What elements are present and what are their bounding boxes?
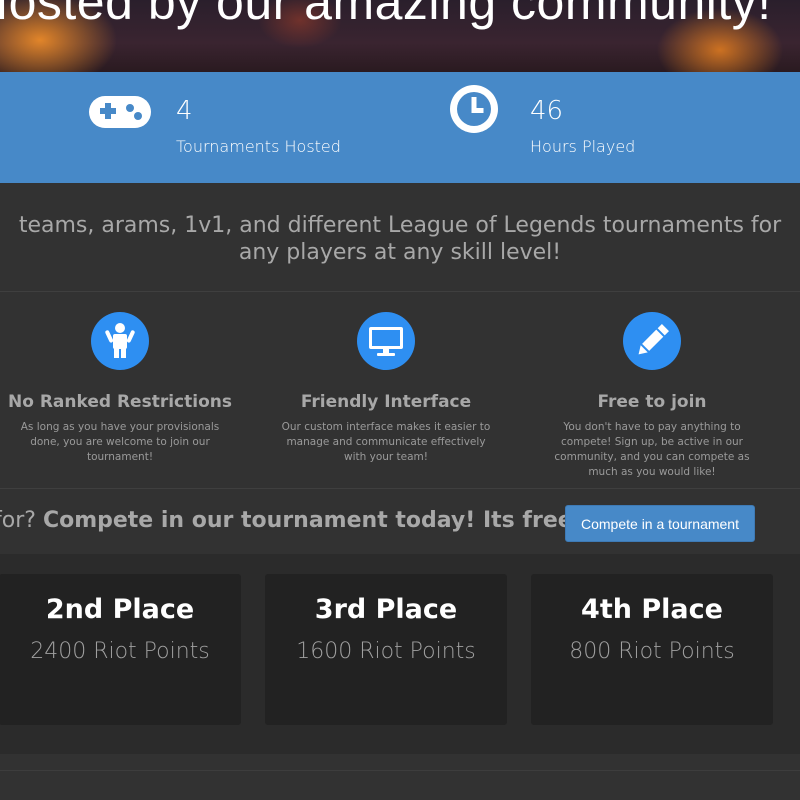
feature-title: Friendly Interface: [300, 392, 472, 412]
feature-free-to-join: Free to join You don't have to pay anyth…: [532, 312, 772, 480]
description-line-2: any players at any skill level!: [238, 240, 562, 265]
cta-bold: Compete in our tournament today! Its fre…: [42, 508, 583, 533]
tournament-description: teams, arams, 1v1, and different League …: [0, 212, 800, 266]
prize-points: 1600 Riot Points: [296, 639, 476, 664]
hero-banner: Hosted by our amazing community!: [0, 0, 800, 72]
monitor-icon: [357, 312, 415, 370]
stats-bar: 4 Tournaments Hosted 46 Hours Played: [0, 72, 800, 183]
prize-card-4th: 4th Place 800 Riot Points: [531, 574, 773, 725]
prize-place: 2nd Place: [45, 594, 195, 625]
gamepad-icon: [88, 95, 152, 133]
prize-points: 800 Riot Points: [569, 639, 735, 664]
prize-card-2nd: 2nd Place 2400 Riot Points: [0, 574, 241, 725]
stat-label-tournaments: Tournaments Hosted: [176, 137, 341, 156]
stat-value-tournaments: 4: [176, 96, 193, 126]
feature-text: You don't have to pay anything to compet…: [554, 421, 750, 478]
footer-strip: [0, 754, 800, 800]
cta-lead: for?: [0, 508, 36, 533]
divider: [0, 488, 800, 489]
page: Hosted by our amazing community! 4 Tourn…: [0, 0, 800, 800]
compete-button[interactable]: Compete in a tournament: [565, 505, 755, 542]
prize-place: 4th Place: [581, 594, 723, 625]
feature-text: Our custom interface makes it easier to …: [281, 421, 491, 463]
clock-icon: [450, 85, 498, 137]
feature-title: No Ranked Restrictions: [8, 392, 232, 412]
prize-place: 3rd Place: [314, 594, 458, 625]
divider: [0, 291, 800, 292]
hero-title: Hosted by our amazing community!: [0, 0, 772, 30]
feature-no-ranked-restrictions: No Ranked Restrictions As long as you ha…: [0, 312, 240, 465]
stat-label-hours: Hours Played: [530, 137, 636, 156]
pencil-icon: [623, 312, 681, 370]
feature-text: As long as you have your provisionals do…: [20, 421, 220, 463]
prize-card-3rd: 3rd Place 1600 Riot Points: [265, 574, 507, 725]
description-line-1: teams, arams, 1v1, and different League …: [18, 213, 782, 238]
person-icon: [91, 312, 149, 370]
prizes-section: 2nd Place 2400 Riot Points 3rd Place 160…: [0, 554, 800, 754]
prize-points: 2400 Riot Points: [30, 639, 210, 664]
feature-title: Free to join: [597, 392, 707, 412]
stat-value-hours: 46: [530, 96, 564, 126]
feature-friendly-interface: Friendly Interface Our custom interface …: [266, 312, 506, 465]
divider: [0, 770, 800, 771]
cta-text: for? Compete in our tournament today! It…: [0, 508, 583, 533]
